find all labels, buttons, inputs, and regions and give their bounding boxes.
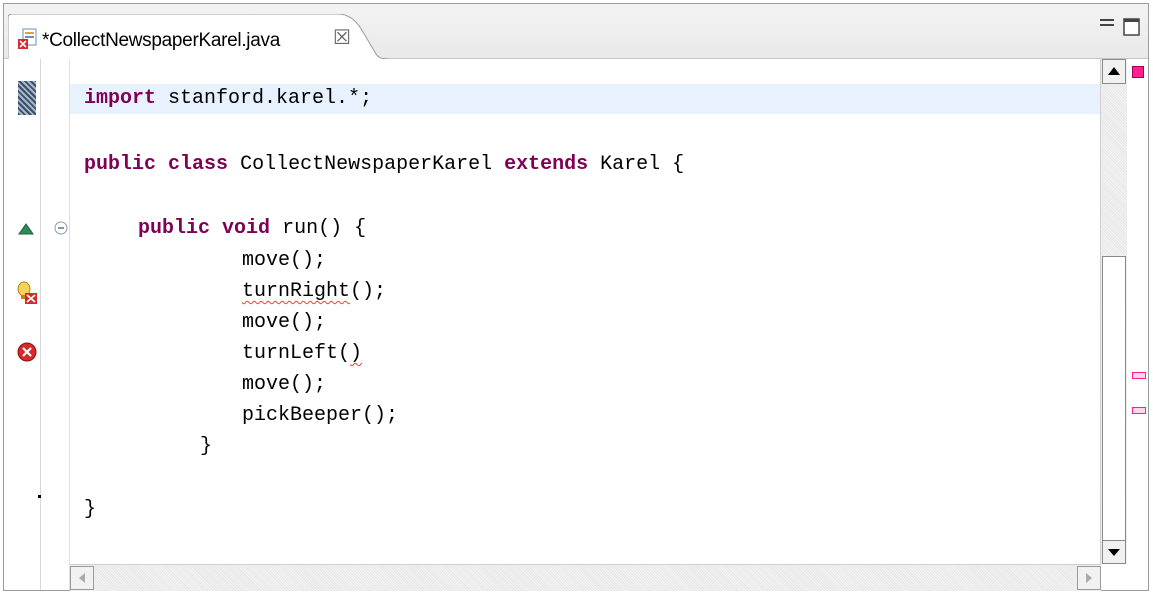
code-text: }	[84, 498, 97, 521]
code-text: ();	[350, 280, 387, 303]
code-text: move();	[242, 311, 327, 334]
code-line-7[interactable]: turnRight();	[70, 277, 1153, 307]
code-line-3[interactable]: public class CollectNewspaperKarel exten…	[70, 150, 1120, 180]
error-squiggle: turnRight	[242, 280, 351, 303]
keyword: import	[84, 87, 157, 110]
tab-collectnewspaperkarel[interactable]: *CollectNewspaperKarel.java ☒	[8, 14, 388, 59]
code-line-1[interactable]: import stanford.karel.*;	[70, 84, 1120, 114]
arrow-down-icon	[1108, 549, 1120, 556]
code-line-8[interactable]: move();	[70, 308, 1153, 338]
error-icon[interactable]	[17, 342, 37, 362]
java-file-error-icon	[18, 28, 37, 49]
keyword: extends	[504, 153, 589, 176]
scroll-down-button[interactable]	[1102, 540, 1126, 564]
arrow-left-icon	[79, 573, 85, 583]
arrow-right-icon	[1086, 573, 1092, 583]
scroll-up-button[interactable]	[1102, 59, 1126, 84]
code-text: move();	[242, 373, 327, 396]
override-triangle-icon[interactable]	[18, 223, 34, 235]
error-squiggle: )	[350, 342, 363, 365]
keyword: class	[168, 153, 229, 176]
code-line-12[interactable]: }	[70, 432, 1153, 462]
window-controls	[1100, 18, 1140, 36]
code-text: Karel {	[600, 153, 685, 176]
horizontal-scrollbar[interactable]	[70, 564, 1101, 591]
keyword: public	[84, 153, 157, 176]
code-line-11[interactable]: pickBeeper();	[70, 401, 1153, 431]
scroll-right-button[interactable]	[1077, 566, 1101, 590]
arrow-up-icon	[1108, 67, 1120, 75]
vertical-scrollbar[interactable]	[1100, 59, 1127, 564]
minimize-icon[interactable]	[1100, 19, 1114, 26]
code-area[interactable]: import stanford.karel.*; public class Co…	[70, 59, 1120, 564]
overview-error-mark[interactable]	[1132, 407, 1146, 414]
import-marker-icon[interactable]	[18, 81, 36, 115]
folding-ruler	[41, 59, 70, 590]
code-text: stanford.karel.*;	[168, 87, 373, 110]
code-text: run() {	[282, 217, 367, 240]
tab-bar: *CollectNewspaperKarel.java ☒	[4, 4, 1148, 59]
code-text: CollectNewspaperKarel	[240, 153, 493, 176]
code-line-10[interactable]: move();	[70, 370, 1153, 400]
code-line-6[interactable]: move();	[70, 246, 1153, 276]
collapse-icon[interactable]	[54, 221, 68, 235]
code-editor: import stanford.karel.*; public class Co…	[4, 59, 1148, 591]
code-text: move();	[242, 249, 327, 272]
code-line-9[interactable]: turnLeft()	[70, 339, 1153, 369]
tab-title: *CollectNewspaperKarel.java	[42, 30, 280, 51]
error-status-icon[interactable]	[1132, 66, 1144, 78]
editor-window: *CollectNewspaperKarel.java ☒ import sta…	[3, 3, 1149, 591]
vertical-scroll-thumb[interactable]	[1102, 256, 1126, 541]
vertical-ruler	[4, 59, 55, 590]
code-text: }	[200, 435, 213, 458]
maximize-icon[interactable]	[1123, 18, 1140, 36]
code-line-15[interactable]: }	[70, 495, 1120, 525]
overview-error-mark[interactable]	[1132, 372, 1146, 379]
tab-close-icon[interactable]: ☒	[333, 25, 351, 50]
code-text: turnLeft(	[242, 342, 351, 365]
keyword: public	[138, 217, 211, 240]
scroll-left-button[interactable]	[70, 566, 94, 590]
code-line-5[interactable]: public void run() {	[70, 214, 1153, 244]
keyword: void	[222, 217, 271, 240]
code-text: pickBeeper();	[242, 404, 399, 427]
overview-ruler	[1128, 59, 1148, 590]
quickfix-error-icon[interactable]	[16, 281, 38, 305]
